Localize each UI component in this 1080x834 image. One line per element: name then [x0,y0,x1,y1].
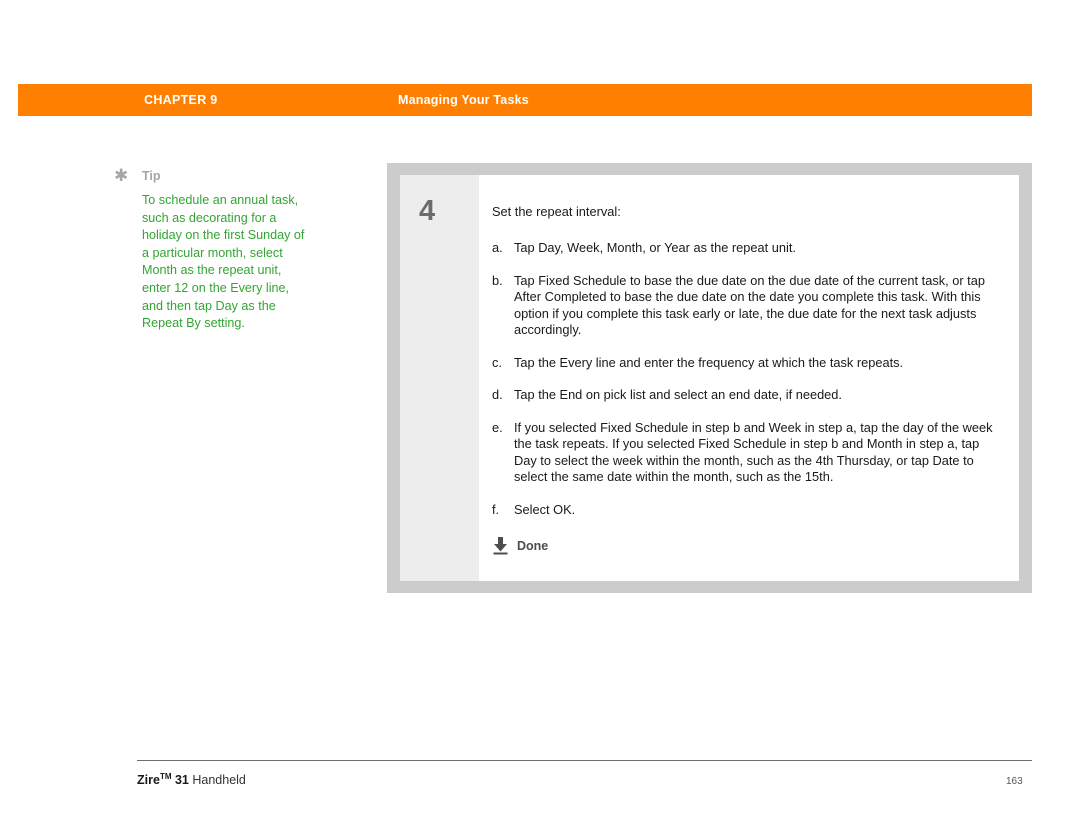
chapter-label: CHAPTER 9 [144,93,218,107]
list-item-marker: d. [492,387,503,402]
download-arrow-icon [493,537,508,555]
footer-product-name: ZireTM 31 Handheld [137,772,246,787]
step-sub-list: a. Tap Day, Week, Month, or Year as the … [492,240,1001,518]
section-title: Managing Your Tasks [398,93,529,107]
list-item: f. Select OK. [492,502,1001,519]
footer-model: 31 [171,773,189,788]
step-intro-text: Set the repeat interval: [492,204,621,219]
footer-divider [137,760,1032,761]
list-item-marker: f. [492,501,500,517]
done-indicator: Done [492,537,1001,555]
list-item-marker: c. [492,354,502,370]
list-item-text: Select OK. [514,501,576,517]
tip-heading: ✱ Tip [114,168,314,188]
list-item: e. If you selected Fixed Schedule in ste… [492,420,1001,486]
list-item-marker: e. [492,419,503,435]
list-item-text: Tap the End on pick list and select an e… [514,387,842,402]
trademark-icon: TM [159,772,172,781]
list-item: b. Tap Fixed Schedule to base the due da… [492,273,1001,339]
asterisk-icon: ✱ [114,166,129,186]
chapter-header-bar: CHAPTER 9 Managing Your Tasks [18,84,1032,116]
list-item-text: Tap Day, Week, Month, or Year as the rep… [514,240,796,255]
step-number: 4 [419,195,436,227]
step-content-frame: 4 Set the repeat interval: a. Tap Day, W… [387,163,1032,593]
list-item: d. Tap the End on pick list and select a… [492,387,1001,404]
step-number-column: 4 [400,175,479,581]
step-content-inner: 4 Set the repeat interval: a. Tap Day, W… [400,175,1019,581]
footer-product: Handheld [188,773,246,788]
list-item-marker: a. [492,240,503,255]
tip-label: Tip [142,169,161,183]
page-number: 163 [1006,776,1023,787]
list-item-text: Tap Fixed Schedule to base the due date … [514,272,985,338]
list-item: c. Tap the Every line and enter the freq… [492,355,1001,372]
list-item-marker: b. [492,272,503,288]
footer-brand: Zire [137,773,160,788]
list-item: a. Tap Day, Week, Month, or Year as the … [492,240,1001,257]
done-label: Done [517,539,549,553]
step-text-column: Set the repeat interval: a. Tap Day, Wee… [479,175,1019,581]
tip-body-text: To schedule an annual task, such as deco… [142,193,305,331]
list-item-text: Tap the Every line and enter the frequen… [514,354,904,370]
list-item-text: If you selected Fixed Schedule in step b… [514,419,993,485]
tip-callout: ✱ Tip To schedule an annual task, such a… [114,168,314,333]
